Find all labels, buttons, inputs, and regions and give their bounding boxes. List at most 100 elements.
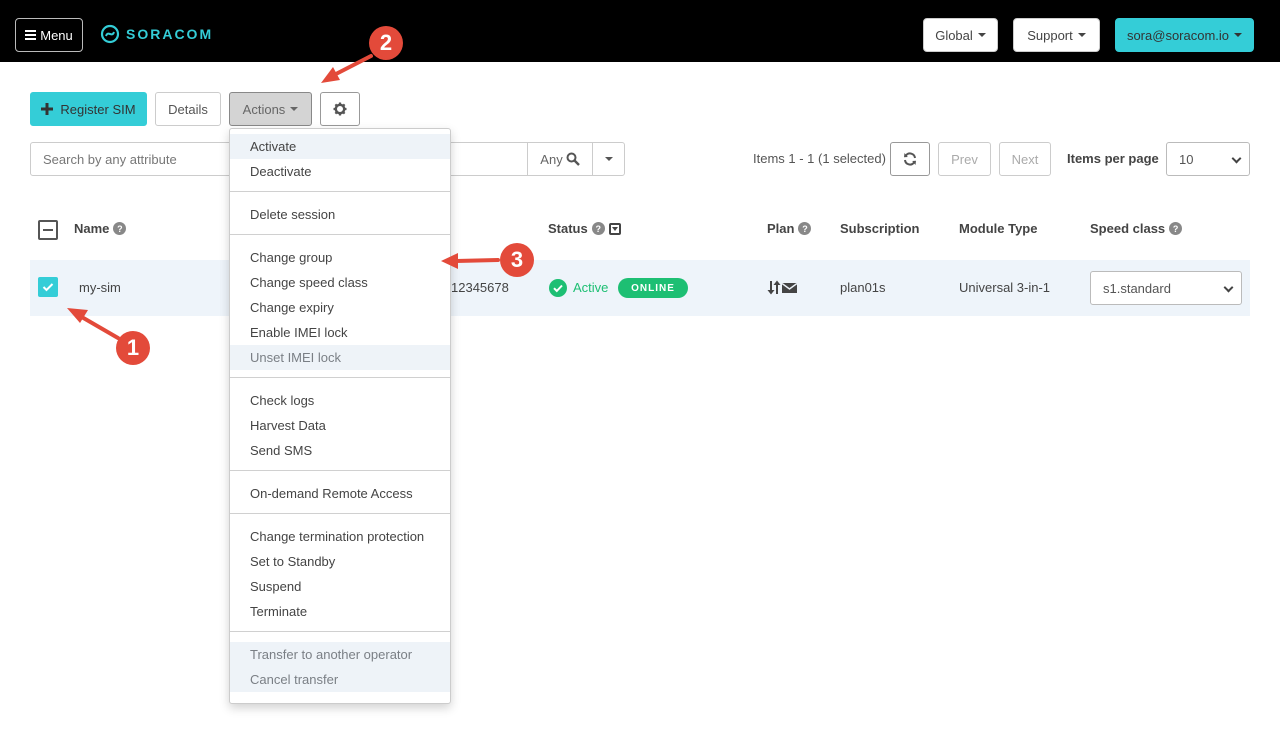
sim-name[interactable]: my-sim bbox=[79, 280, 121, 295]
prev-label: Prev bbox=[951, 151, 978, 167]
online-badge: ONLINE bbox=[618, 278, 688, 298]
column-header-speed-class[interactable]: Speed class ? bbox=[1090, 221, 1183, 236]
items-per-page-label: Items per page bbox=[1067, 151, 1159, 166]
menu-item-cancel-transfer[interactable]: Cancel transfer bbox=[230, 667, 450, 692]
menu-divider bbox=[230, 377, 450, 378]
subscription-value: plan01s bbox=[840, 280, 886, 295]
refresh-button[interactable] bbox=[890, 142, 930, 176]
help-icon[interactable]: ? bbox=[1169, 222, 1183, 235]
gear-icon bbox=[333, 102, 347, 116]
menu-item-unset-imei-lock[interactable]: Unset IMEI lock bbox=[230, 345, 450, 370]
soracom-logo-icon bbox=[100, 24, 120, 44]
top-navbar: Menu SORACOM Global Support sora@soracom… bbox=[0, 0, 1280, 62]
column-header-name[interactable]: Name ? bbox=[74, 221, 127, 236]
menu-item-enable-imei-lock[interactable]: Enable IMEI lock bbox=[230, 320, 450, 345]
actions-dropdown-menu: Activate Deactivate Delete session Change g… bbox=[229, 128, 451, 704]
next-button[interactable]: Next bbox=[999, 142, 1051, 176]
help-icon[interactable]: ? bbox=[798, 222, 812, 235]
menu-item-transfer-to-another-operator[interactable]: Transfer to another operator bbox=[230, 642, 450, 667]
menu-label: Menu bbox=[40, 27, 73, 43]
column-subscription-label: Subscription bbox=[840, 221, 920, 236]
hamburger-icon bbox=[25, 30, 37, 40]
status-text: Active bbox=[573, 280, 609, 295]
indeterminate-icon bbox=[43, 229, 53, 231]
next-label: Next bbox=[1011, 151, 1039, 167]
column-header-plan[interactable]: Plan ? bbox=[767, 221, 812, 236]
row-checkbox[interactable] bbox=[38, 277, 58, 297]
refresh-icon bbox=[904, 152, 916, 166]
menu-item-change-expiry[interactable]: Change expiry bbox=[230, 295, 450, 320]
column-header-subscription[interactable]: Subscription bbox=[840, 221, 919, 236]
menu-item-on-demand-remote-access[interactable]: On-demand Remote Access bbox=[230, 481, 450, 506]
menu-divider bbox=[230, 631, 450, 632]
column-status-label: Status bbox=[548, 221, 588, 236]
menu-item-deactivate[interactable]: Deactivate bbox=[230, 159, 450, 184]
menu-item-suspend[interactable]: Suspend bbox=[230, 574, 450, 599]
menu-item-send-sms[interactable]: Send SMS bbox=[230, 438, 450, 463]
register-sim-label: Register SIM bbox=[60, 101, 136, 117]
menu-item-change-group[interactable]: Change group bbox=[230, 245, 450, 270]
chevron-down-icon bbox=[1231, 153, 1242, 164]
sms-envelope-icon bbox=[782, 282, 797, 293]
annotation-marker-2: 2 bbox=[369, 26, 403, 60]
column-speed-class-label: Speed class bbox=[1090, 221, 1166, 236]
column-name-label: Name bbox=[74, 221, 110, 236]
account-dropdown[interactable]: sora@soracom.io bbox=[1115, 18, 1254, 52]
plan-icons bbox=[767, 280, 797, 295]
menu-divider bbox=[230, 234, 450, 235]
global-dropdown[interactable]: Global bbox=[923, 18, 998, 52]
column-header-status[interactable]: Status ? bbox=[548, 221, 621, 236]
caret-down-icon bbox=[604, 157, 613, 161]
items-per-page-select[interactable]: 10 bbox=[1166, 142, 1250, 176]
account-label: sora@soracom.io bbox=[1126, 27, 1230, 43]
speed-class-value: s1.standard bbox=[1103, 280, 1171, 296]
menu-button[interactable]: Menu bbox=[15, 18, 83, 52]
menu-item-change-termination-protection[interactable]: Change termination protection bbox=[230, 524, 450, 549]
caret-down-icon bbox=[977, 33, 986, 37]
annotation-marker-3: 3 bbox=[500, 243, 534, 277]
logo[interactable]: SORACOM bbox=[100, 24, 213, 44]
search-scope-button[interactable]: Any bbox=[527, 143, 592, 175]
select-all-checkbox[interactable] bbox=[38, 220, 58, 240]
prev-button[interactable]: Prev bbox=[938, 142, 991, 176]
settings-button[interactable] bbox=[320, 92, 360, 126]
menu-item-harvest-data[interactable]: Harvest Data bbox=[230, 413, 450, 438]
filter-icon[interactable] bbox=[608, 222, 621, 235]
menu-item-set-to-standby[interactable]: Set to Standby bbox=[230, 549, 450, 574]
support-dropdown[interactable]: Support bbox=[1013, 18, 1100, 52]
caret-down-icon bbox=[1077, 33, 1086, 37]
search-scope-label: Any bbox=[540, 151, 563, 167]
column-plan-label: Plan bbox=[767, 221, 795, 236]
logo-text: SORACOM bbox=[126, 26, 214, 42]
support-label: Support bbox=[1027, 27, 1073, 43]
global-label: Global bbox=[935, 27, 973, 43]
menu-item-activate[interactable]: Activate bbox=[230, 134, 450, 159]
search-icon bbox=[566, 152, 580, 166]
caret-down-icon bbox=[1234, 33, 1243, 37]
speed-class-select[interactable]: s1.standard bbox=[1090, 271, 1242, 305]
column-header-module-type[interactable]: Module Type bbox=[959, 221, 1037, 236]
menu-item-change-speed-class[interactable]: Change speed class bbox=[230, 270, 450, 295]
plus-icon bbox=[41, 103, 54, 115]
search-options-dropdown[interactable] bbox=[592, 143, 624, 175]
menu-item-check-logs[interactable]: Check logs bbox=[230, 388, 450, 413]
active-check-icon bbox=[549, 279, 567, 297]
register-sim-button[interactable]: Register SIM bbox=[30, 92, 147, 126]
annotation-marker-1: 1 bbox=[116, 331, 150, 365]
help-icon[interactable]: ? bbox=[113, 222, 127, 235]
items-per-page-value: 10 bbox=[1179, 151, 1194, 167]
chevron-down-icon bbox=[1223, 282, 1234, 293]
menu-item-terminate[interactable]: Terminate bbox=[230, 599, 450, 624]
data-transfer-icon bbox=[767, 280, 781, 295]
details-label: Details bbox=[168, 101, 208, 117]
menu-divider bbox=[230, 470, 450, 471]
checkmark-icon bbox=[42, 283, 54, 292]
details-button[interactable]: Details bbox=[155, 92, 221, 126]
menu-item-delete-session[interactable]: Delete session bbox=[230, 202, 450, 227]
module-type-value: Universal 3-in-1 bbox=[959, 280, 1051, 295]
sim-id: 12345678 bbox=[451, 280, 509, 295]
help-icon[interactable]: ? bbox=[591, 222, 605, 235]
actions-label: Actions bbox=[242, 101, 286, 117]
column-module-type-label: Module Type bbox=[959, 221, 1038, 236]
actions-button[interactable]: Actions bbox=[229, 92, 312, 126]
